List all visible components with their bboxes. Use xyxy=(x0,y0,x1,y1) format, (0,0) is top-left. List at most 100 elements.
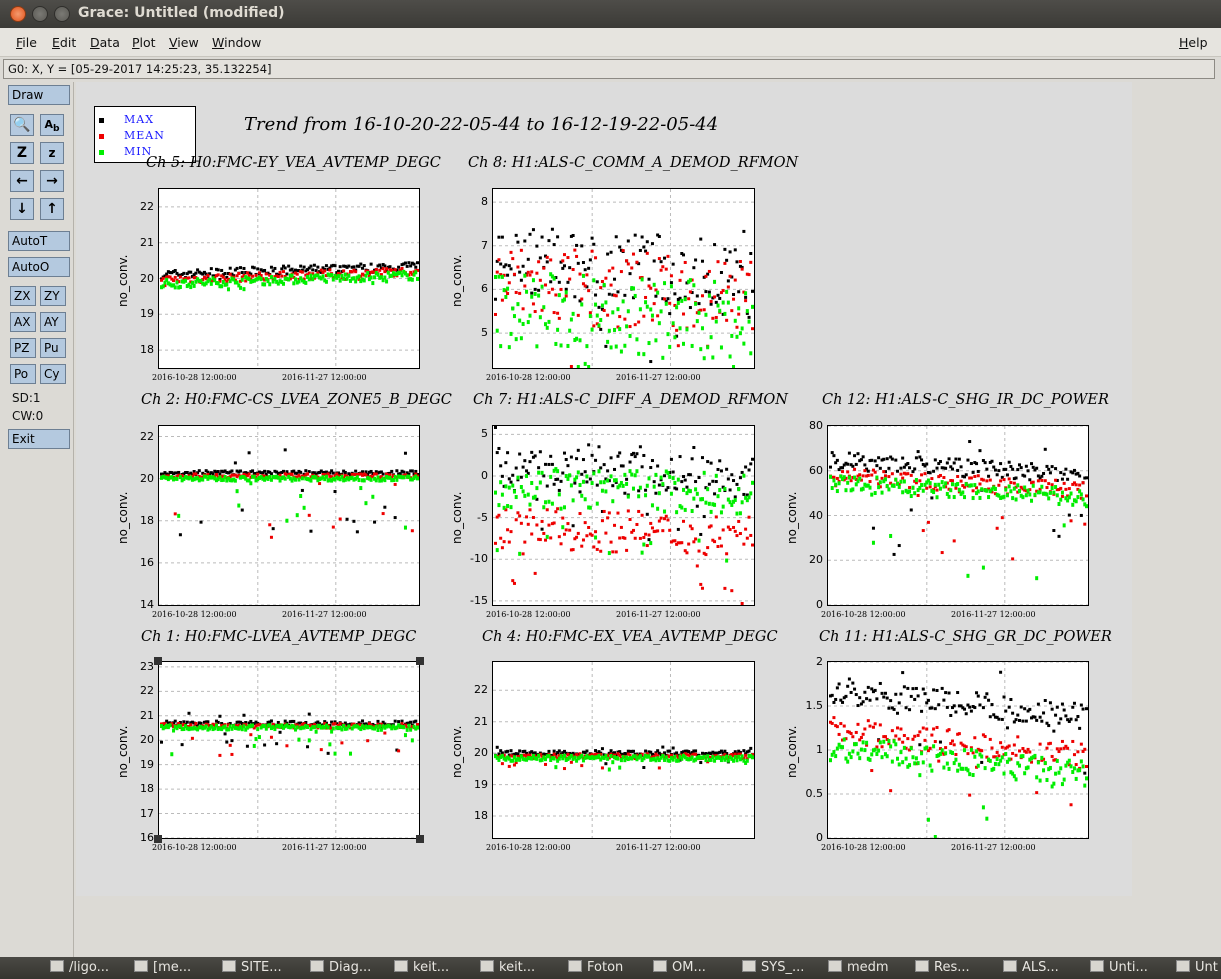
data-point xyxy=(1055,493,1059,498)
data-point xyxy=(514,495,518,500)
data-point xyxy=(378,263,382,267)
pz-button[interactable]: PZ xyxy=(10,338,36,358)
autot-button[interactable]: AutoT xyxy=(8,231,70,251)
taskbar-item[interactable]: Unt xyxy=(1176,960,1218,978)
po-button[interactable]: Po xyxy=(10,364,36,384)
canvas-area[interactable]: MAX MEAN MIN Trend from 16-10-20-22-05-4… xyxy=(76,82,1221,959)
data-point xyxy=(504,484,508,489)
data-point xyxy=(832,750,836,755)
data-point xyxy=(832,454,836,458)
arrow-right-icon[interactable]: → xyxy=(40,170,64,192)
data-point xyxy=(938,486,942,491)
ax-button[interactable]: AX xyxy=(10,312,36,332)
data-point xyxy=(518,514,522,518)
autoo-button[interactable]: AutoO xyxy=(8,257,70,277)
data-point xyxy=(920,473,924,477)
data-point xyxy=(407,723,411,728)
arrow-down-icon[interactable]: ↓ xyxy=(10,198,34,220)
text-tool-icon[interactable]: Ab xyxy=(40,114,64,136)
taskbar-item[interactable]: Diag... xyxy=(310,960,371,978)
data-point xyxy=(580,244,584,248)
taskbar-item[interactable]: Foton xyxy=(568,960,623,978)
data-point xyxy=(216,470,220,474)
data-point xyxy=(625,481,629,486)
selection-handle[interactable] xyxy=(154,657,162,665)
taskbar-item[interactable]: [me... xyxy=(134,960,191,978)
data-point xyxy=(177,470,181,474)
chart-title: Ch 7: H1:ALS-C_DIFF_A_DEMOD_RFMON xyxy=(473,392,788,408)
data-point xyxy=(1024,493,1028,498)
selection-handle[interactable] xyxy=(416,835,424,843)
graph-8[interactable] xyxy=(827,661,1089,839)
plot-page[interactable]: MAX MEAN MIN Trend from 16-10-20-22-05-4… xyxy=(76,82,1132,896)
maximize-window-button[interactable] xyxy=(54,6,70,22)
taskbar-item[interactable]: Res... xyxy=(915,960,970,978)
data-point xyxy=(318,482,322,486)
menu-data[interactable]: Data xyxy=(90,35,120,50)
data-point xyxy=(897,737,901,741)
data-point xyxy=(980,760,984,764)
data-point xyxy=(1059,766,1063,771)
taskbar-item[interactable]: Unti... xyxy=(1090,960,1148,978)
data-point xyxy=(695,491,699,496)
zoom-icon[interactable]: 🔍 xyxy=(10,114,34,136)
data-point xyxy=(892,707,896,711)
data-point xyxy=(523,239,527,243)
graph-2[interactable] xyxy=(492,188,755,369)
data-point xyxy=(549,474,553,479)
menu-plot[interactable]: Plot xyxy=(132,35,156,50)
graph-1[interactable] xyxy=(158,188,420,369)
graph-6[interactable] xyxy=(158,661,420,839)
data-point xyxy=(959,479,963,483)
selection-handle[interactable] xyxy=(416,657,424,665)
close-window-button[interactable] xyxy=(10,6,26,22)
taskbar-item[interactable]: SITE... xyxy=(222,960,282,978)
taskbar-item[interactable]: /ligo... xyxy=(50,960,109,978)
data-point xyxy=(595,501,599,506)
selection-handle[interactable] xyxy=(154,835,162,843)
taskbar-item[interactable]: keit... xyxy=(480,960,535,978)
data-point xyxy=(932,490,936,495)
graph-7[interactable] xyxy=(492,661,755,839)
exit-button[interactable]: Exit xyxy=(8,429,70,449)
graph-3[interactable] xyxy=(158,425,420,606)
taskbar-item[interactable]: ALS... xyxy=(1003,960,1059,978)
data-point xyxy=(519,336,523,341)
data-point xyxy=(240,277,244,282)
data-point xyxy=(247,472,251,476)
menu-help[interactable]: Help xyxy=(1179,35,1208,50)
data-point xyxy=(557,293,561,298)
arrow-left-icon[interactable]: ← xyxy=(10,170,34,192)
menu-file[interactable]: File xyxy=(16,35,37,50)
data-point xyxy=(1054,467,1058,471)
zoom-z-icon[interactable]: Z xyxy=(10,142,34,164)
menu-edit[interactable]: Edit xyxy=(52,35,76,50)
unzoom-z-icon[interactable]: z xyxy=(40,142,64,164)
menu-window[interactable]: Window xyxy=(212,35,261,50)
y-tick-label: 16 xyxy=(140,555,154,569)
graph-4[interactable] xyxy=(492,425,755,606)
draw-button[interactable]: Draw xyxy=(8,85,70,105)
data-point xyxy=(835,476,839,480)
taskbar-item[interactable]: OM... xyxy=(653,960,706,978)
menu-view[interactable]: View xyxy=(169,35,199,50)
data-point xyxy=(1062,523,1066,528)
minimize-window-button[interactable] xyxy=(32,6,48,22)
taskbar-item[interactable]: SYS_... xyxy=(742,960,804,978)
graph-5[interactable] xyxy=(827,425,1089,606)
taskbar-item[interactable]: keit... xyxy=(394,960,449,978)
data-point xyxy=(566,476,570,481)
data-point xyxy=(985,488,989,493)
taskbar-item[interactable]: medm xyxy=(828,960,889,978)
cy-button[interactable]: Cy xyxy=(40,364,66,384)
data-point xyxy=(494,426,497,429)
ay-button[interactable]: AY xyxy=(40,312,66,332)
arrow-up-icon[interactable]: ↑ xyxy=(40,198,64,220)
data-point xyxy=(638,445,642,449)
data-point xyxy=(709,335,713,340)
zy-button[interactable]: ZY xyxy=(40,286,66,306)
pu-button[interactable]: Pu xyxy=(40,338,66,358)
zx-button[interactable]: ZX xyxy=(10,286,36,306)
data-point xyxy=(340,474,344,479)
data-point xyxy=(160,740,163,744)
